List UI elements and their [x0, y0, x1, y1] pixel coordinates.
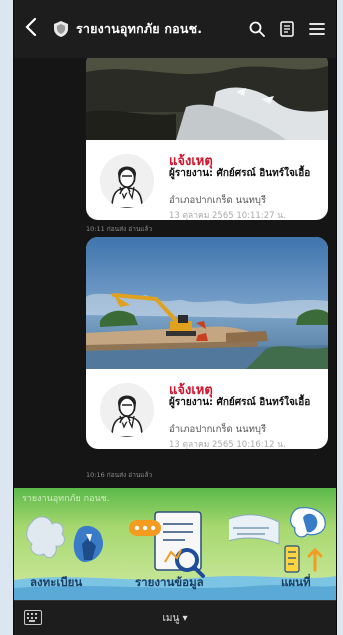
message-list: แจ้งเหตุ ผู้รายงาน: ศักย์ศรณ์ อินทร์ใจเอ…: [14, 58, 336, 488]
flood-report-card[interactable]: แจ้งเหตุ ผู้รายงาน: ศักย์ศรณ์ อินทร์ใจเอ…: [86, 237, 328, 449]
rich-menu: รายงานอุทกภัย กอนช. ลงทะเบียน รายงานข้อม…: [14, 488, 336, 600]
shield-icon: [54, 21, 68, 37]
flood-photo: [86, 58, 328, 140]
report-timestamp: 13 ตุลาคม 2565 10:16:12 น.: [169, 440, 286, 449]
report-document-icon: [129, 511, 205, 578]
chevron-left-icon[interactable]: [24, 17, 52, 42]
map-button[interactable]: แผนที่: [229, 502, 336, 600]
chat-title: รายงานอุทกภัย กอนช.: [76, 21, 203, 36]
menu-toggle-button[interactable]: เมนู ▾: [14, 611, 336, 626]
notes-icon[interactable]: [272, 14, 302, 44]
report-button[interactable]: รายงานข้อมูล: [121, 502, 229, 600]
report-timestamp: 13 ตุลาคม 2565 10:11:27 น.: [169, 211, 286, 220]
reporter-name: ผู้รายงาน: ศักย์ศรณ์ อินทร์ใจเอื้อ: [169, 397, 311, 408]
location-text: อำเภอปากเกร็ด นนทบุรี: [169, 424, 267, 435]
message-meta: 10:16 ก่อนส่ง อ่านแล้ว: [86, 471, 153, 479]
avatar: [100, 154, 154, 208]
map-pin-icon: [229, 507, 326, 573]
flood-photo: [86, 237, 328, 369]
register-button[interactable]: ลงทะเบียน: [14, 502, 121, 600]
chat-header: รายงานอุทกภัย กอนช.: [14, 0, 336, 58]
search-icon[interactable]: [242, 14, 272, 44]
hamburger-menu-icon[interactable]: [302, 14, 332, 44]
chat-screen: รายงานอุทกภัย กอนช. แจ้งเหตุ ผู้รายงาน: …: [14, 0, 336, 635]
map-label: แผนที่: [281, 575, 311, 589]
avatar: [100, 383, 154, 437]
message-meta: 10:11 ก่อนส่ง อ่านแล้ว: [86, 225, 153, 233]
report-label: รายงานข้อมูล: [135, 575, 204, 589]
flood-report-card[interactable]: แจ้งเหตุ ผู้รายงาน: ศักย์ศรณ์ อินทร์ใจเอ…: [86, 58, 328, 220]
register-map-icon: [26, 516, 104, 562]
bottom-bar: เมนู ▾: [14, 600, 336, 635]
location-text: อำเภอปากเกร็ด นนทบุรี: [169, 195, 267, 206]
register-label: ลงทะเบียน: [30, 575, 83, 589]
reporter-name: ผู้รายงาน: ศักย์ศรณ์ อินทร์ใจเอื้อ: [169, 168, 311, 179]
